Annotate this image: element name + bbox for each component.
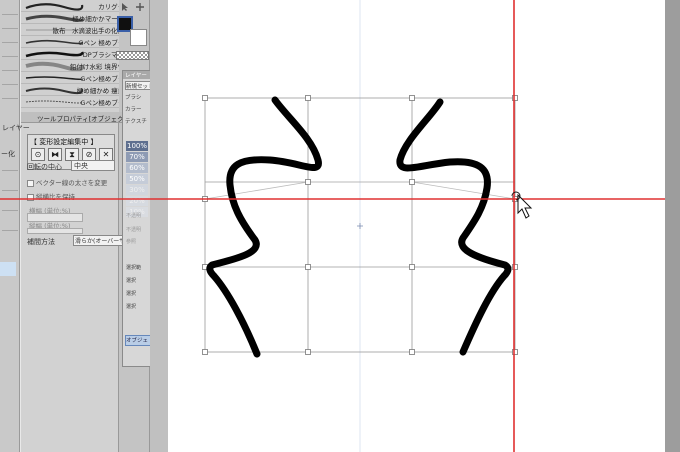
right-wavy-stroke xyxy=(396,98,512,356)
rotation-center-marker xyxy=(357,223,363,229)
canvas-artwork xyxy=(0,0,665,452)
left-wavy-stroke xyxy=(206,96,322,358)
